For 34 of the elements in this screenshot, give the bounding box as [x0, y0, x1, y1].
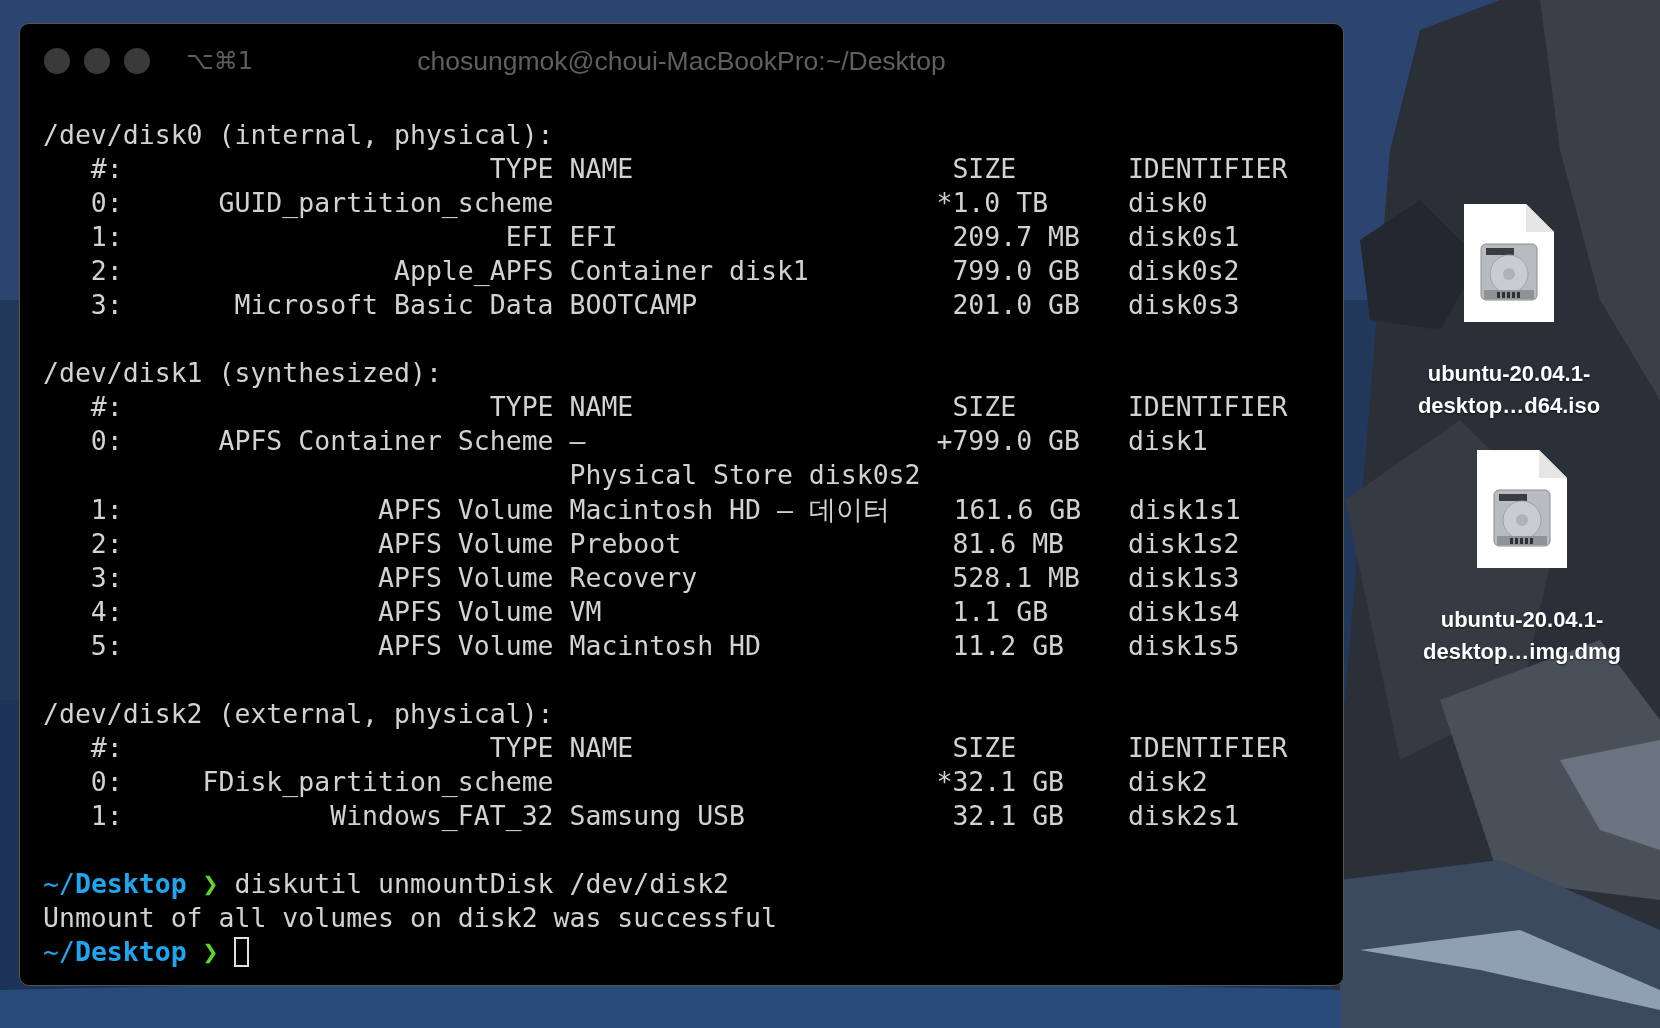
disk-image-file-icon[interactable]	[1477, 450, 1567, 568]
output-line: Unmount of all volumes on disk2 was successful	[43, 901, 777, 936]
output-line: 3: APFS Volume Recovery 528.1 MB disk1s3	[89, 560, 1240, 595]
zoom-button[interactable]	[124, 48, 150, 74]
output-line: 0: APFS Container Scheme – +799.0 GB disk1	[89, 424, 1208, 459]
output-line: 5: APFS Volume Macintosh HD 11.2 GB disk1s5	[89, 628, 1240, 663]
close-button[interactable]	[44, 48, 70, 74]
output-line: 1: EFI EFI 209.7 MB disk0s1	[89, 220, 1240, 255]
output-line: #: TYPE NAME SIZE IDENTIFIER	[89, 152, 1288, 187]
command-text: diskutil unmountDisk /dev/disk2	[234, 867, 730, 902]
disk-image-file-icon[interactable]	[1464, 204, 1554, 322]
output-line: /dev/disk2 (external, physical):	[43, 696, 554, 731]
output-line: #: TYPE NAME SIZE IDENTIFIER	[89, 390, 1288, 425]
minimize-button[interactable]	[84, 48, 110, 74]
output-line: 2: Apple_APFS Container disk1 799.0 GB disk0s2	[89, 254, 1240, 289]
output-line: 1: Windows_FAT_32 Samsung USB 32.1 GB disk2s1	[89, 798, 1240, 833]
prompt-symbol: ❯	[202, 867, 219, 902]
file-name[interactable]: ubuntu-20.04.1-desktop…img.dmg	[1407, 604, 1637, 668]
output-line: 2: APFS Volume Preboot 81.6 MB disk1s2	[89, 526, 1240, 561]
output-line: 0: FDisk_partition_scheme *32.1 GB disk2	[89, 764, 1208, 799]
output-line: #: TYPE NAME SIZE IDENTIFIER	[89, 730, 1288, 765]
shortcut-label: ⌥⌘1	[186, 47, 253, 75]
output-line: 3: Microsoft Basic Data BOOTCAMP 201.0 GB disk0s3	[89, 288, 1240, 323]
output-line: 1: APFS Volume Macintosh HD – 데이터 161.6 GB disk1s1	[89, 492, 1241, 527]
output-line: 0: GUID_partition_scheme *1.0 TB disk0	[89, 186, 1208, 221]
prompt-path: ~/Desktop	[43, 935, 187, 970]
prompt-symbol: ❯	[202, 935, 219, 970]
prompt-path: ~/Desktop	[43, 867, 187, 902]
output-line: 4: APFS Volume VM 1.1 GB disk1s4	[89, 594, 1240, 629]
window-title: chosungmok@choui-MacBookPro:~/Desktop	[417, 45, 946, 77]
output-line: Physical Store disk0s2	[568, 458, 921, 493]
file-name[interactable]: ubuntu-20.04.1-desktop…d64.iso	[1394, 358, 1624, 422]
output-line: /dev/disk0 (internal, physical):	[43, 118, 554, 152]
output-line: /dev/disk1 (synthesized):	[43, 356, 442, 391]
